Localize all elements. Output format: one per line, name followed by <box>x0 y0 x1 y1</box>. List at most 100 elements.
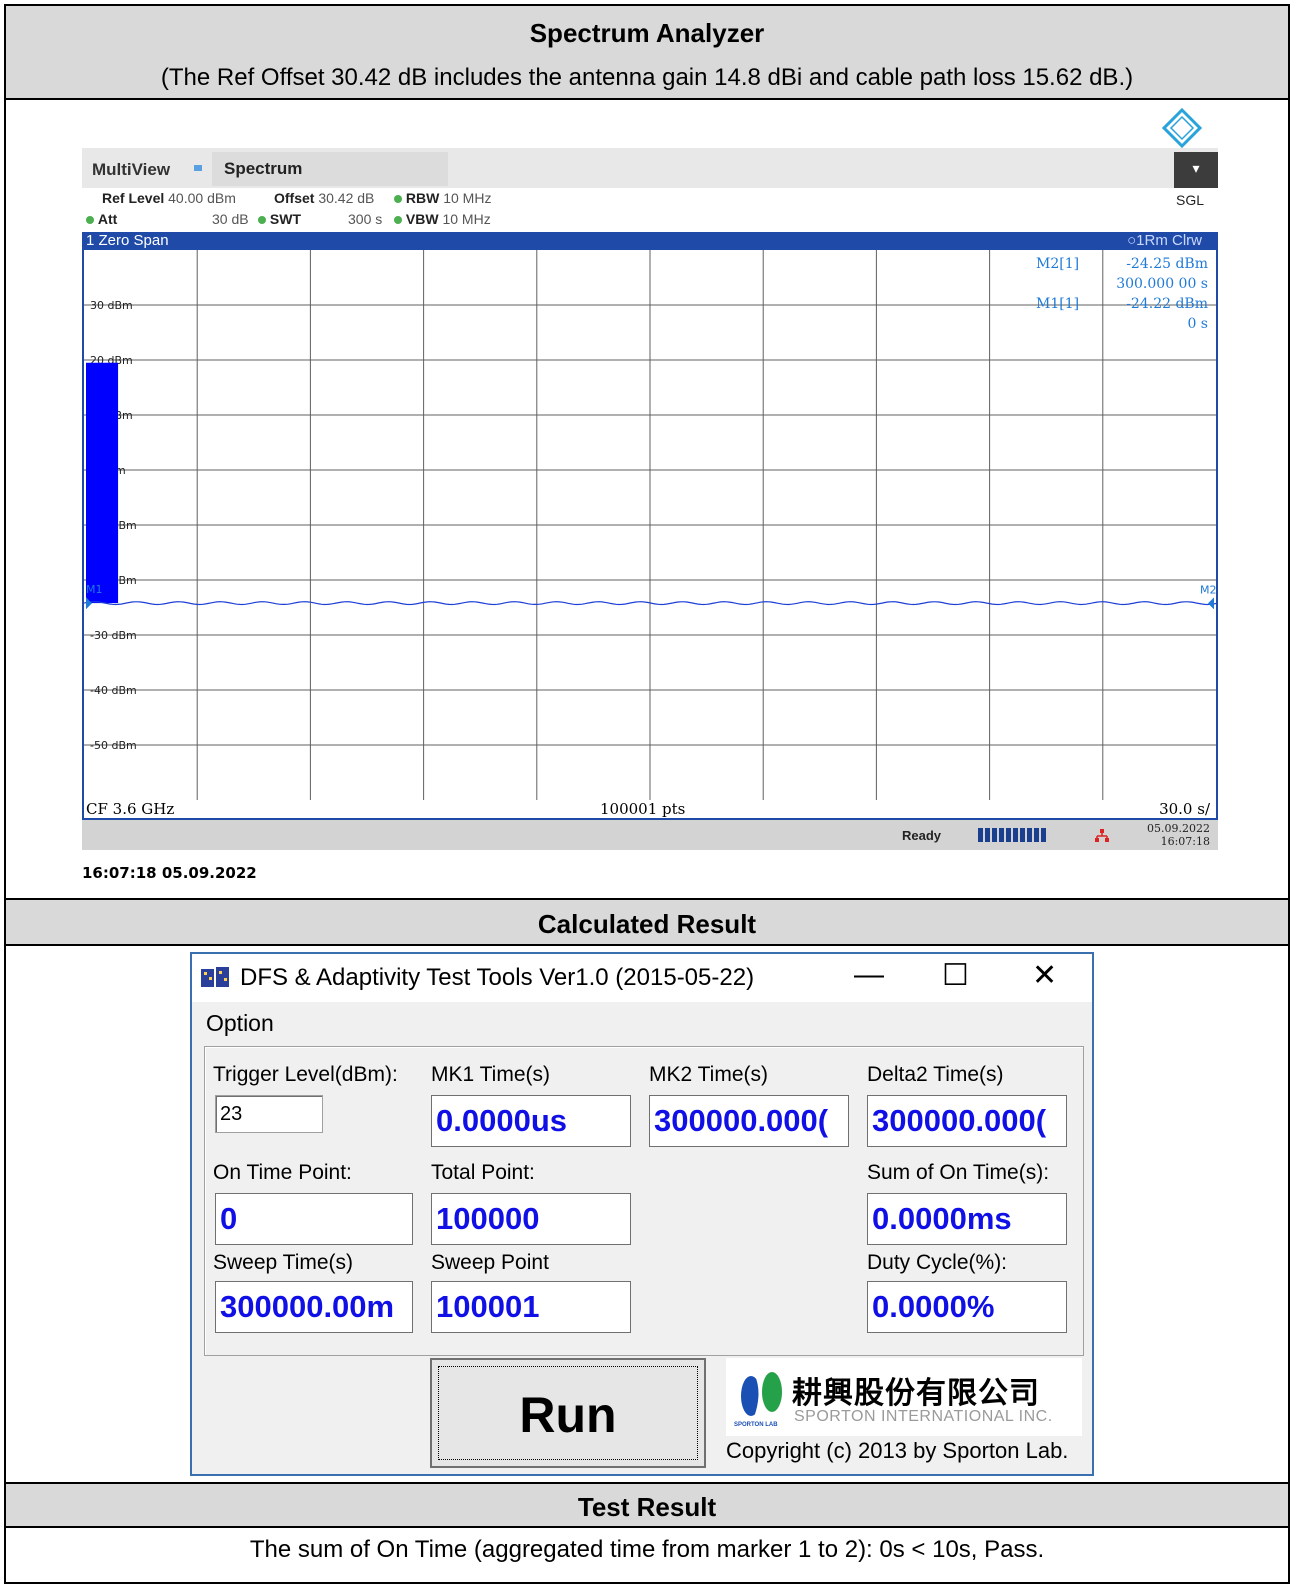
logo-chinese-name: 耕興股份有限公司 <box>792 1377 1040 1410</box>
analyzer-note: (The Ref Offset 30.42 dB includes the an… <box>160 64 1134 91</box>
trigger-level-label: Trigger Level(dBm): <box>213 1063 398 1086</box>
dropdown-button[interactable]: ▾ <box>1174 152 1218 188</box>
m2-label: M2[1] <box>1036 256 1080 272</box>
m2-time: 300.000 00 s <box>1116 276 1208 292</box>
run-button-label: Run <box>438 1366 698 1460</box>
analyzer-title: Spectrum Analyzer <box>529 18 765 48</box>
mk1-time-label: MK1 Time(s) <box>431 1063 551 1086</box>
status-dot-icon <box>394 216 402 224</box>
status-dot-icon <box>86 216 94 224</box>
calc-title: Calculated Result <box>537 909 757 939</box>
progress-bar <box>978 828 1048 842</box>
sweep-point-field[interactable]: 100001 <box>431 1281 631 1333</box>
rs-logo-icon <box>1162 108 1202 148</box>
test-tool-window: DFS & Adaptivity Test Tools Ver1.0 (2015… <box>190 952 1094 1476</box>
window-title: 1 Zero Span <box>86 232 169 249</box>
att-label: Att <box>97 211 118 227</box>
delta2-time-field[interactable]: 300000.000( <box>867 1095 1067 1147</box>
total-point-field[interactable]: 100000 <box>431 1193 631 1245</box>
divider <box>6 1526 1288 1528</box>
offset-label: Offset <box>274 190 315 206</box>
swt-label: SWT <box>269 211 301 227</box>
analyzer-settings: Ref Level 40.00 dBm Offset 30.42 dB RBW … <box>82 188 1218 232</box>
sgl-indicator: SGL <box>1175 192 1204 208</box>
sporton-logo-icon <box>741 1372 782 1417</box>
m2-level: -24.25 dBm <box>1126 256 1208 272</box>
status-time: 16:07:18 <box>1160 835 1210 848</box>
sum-on-time-label: Sum of On Time(s): <box>867 1161 1050 1184</box>
copyright-text: Copyright (c) 2013 by Sporton Lab. <box>726 1438 1069 1463</box>
on-time-point-label: On Time Point: <box>213 1161 352 1184</box>
sporton-logo: SPORTON LAB 耕興股份有限公司 SPORTON INTERNATION… <box>726 1358 1082 1436</box>
logo-english-name: SPORTON INTERNATIONAL INC. <box>794 1408 1053 1425</box>
trigger-level-input[interactable]: 23 <box>215 1095 323 1133</box>
mk2-time-label: MK2 Time(s) <box>649 1063 769 1086</box>
divider <box>6 944 1288 946</box>
marker-label: M2 <box>1200 583 1216 596</box>
close-button[interactable]: ✕ <box>1032 958 1057 993</box>
vbw-label: VBW <box>405 211 439 227</box>
marker-readout: M2[1] -24.25 dBm 300.000 00 s M1[1] -24.22… <box>1032 254 1208 334</box>
results-panel: Trigger Level(dBm): 23 MK1 Time(s) 0.000… <box>204 1046 1084 1356</box>
status-dot-icon <box>394 195 402 203</box>
window-title-bar: 1 Zero Span ○1Rm Clrw <box>82 232 1218 250</box>
marker-m2 <box>1208 597 1214 610</box>
ref-level-label: Ref Level <box>102 190 165 206</box>
offset-value: 30.42 dB <box>318 190 375 206</box>
m1-time: 0 s <box>1187 316 1208 332</box>
m1-level: -24.22 dBm <box>1126 296 1208 312</box>
y-tick-label: -50 dBm <box>90 739 137 752</box>
mk2-time-field[interactable]: 300000.000( <box>649 1095 849 1147</box>
run-button[interactable]: Run <box>430 1358 706 1468</box>
status-dot-icon <box>258 216 266 224</box>
tab-multiview[interactable]: MultiView <box>92 160 170 180</box>
calc-header: Calculated Result <box>6 900 1288 944</box>
duty-cycle-field[interactable]: 0.0000% <box>867 1281 1067 1333</box>
divider <box>6 98 1288 100</box>
on-time-point-field[interactable]: 0 <box>215 1193 413 1245</box>
status-bar: Ready 05.09.2022 16:07:18 <box>82 820 1218 850</box>
test-result-text: The sum of On Time (aggregated time from… <box>249 1536 1045 1563</box>
sweep-point-label: Sweep Point <box>431 1251 549 1274</box>
tab-indicator-icon <box>194 165 202 171</box>
menu-option[interactable]: Option <box>206 1010 274 1037</box>
trace-mode: ○1Rm Clrw <box>1127 232 1202 249</box>
marker-label: M1 <box>86 583 103 596</box>
delta2-time-label: Delta2 Time(s) <box>867 1063 1004 1086</box>
maximize-button[interactable]: ☐ <box>942 958 969 993</box>
analyzer-tab-bar: MultiView Spectrum ▾ <box>82 148 1218 188</box>
status-datetime: 05.09.2022 16:07:18 <box>1147 822 1210 848</box>
sum-on-time-field[interactable]: 0.0000ms <box>867 1193 1067 1245</box>
y-tick-label: -30 dBm <box>90 629 137 642</box>
m1-label: M1[1] <box>1036 296 1080 312</box>
trace-mode-label: 1Rm Clrw <box>1136 232 1202 249</box>
vbw-value: 10 MHz <box>442 211 491 227</box>
app-icon <box>201 967 229 987</box>
mk1-time-field[interactable]: 0.0000us <box>431 1095 631 1147</box>
status-date: 05.09.2022 <box>1147 822 1210 835</box>
window-titlebar: DFS & Adaptivity Test Tools Ver1.0 (2015… <box>192 954 1092 1002</box>
time-per-division: 30.0 s/ <box>1159 800 1210 818</box>
sweep-time-label: Sweep Time(s) <box>213 1251 354 1274</box>
minimize-button[interactable]: — <box>854 958 884 992</box>
y-tick-label: 30 dBm <box>90 299 133 312</box>
test-header: Test Result <box>6 1484 1288 1526</box>
center-frequency: CF 3.6 GHz <box>86 800 175 818</box>
logo-small-text: SPORTON LAB <box>734 1422 778 1428</box>
tab-spectrum[interactable]: Spectrum <box>212 152 448 186</box>
spectrum-analyzer-display: MultiView Spectrum ▾ Ref Level 40.00 dBm… <box>82 148 1218 860</box>
capture-timestamp: 16:07:18 05.09.2022 <box>82 864 257 882</box>
rbw-label: RBW <box>405 190 440 206</box>
y-tick-label: -40 dBm <box>90 684 137 697</box>
test-title: Test Result <box>577 1492 717 1522</box>
analyzer-header: Spectrum Analyzer (The Ref Offset 30.42 … <box>6 6 1288 98</box>
rbw-value: 10 MHz <box>443 190 492 206</box>
sweep-time-field[interactable]: 300000.00m <box>215 1281 413 1333</box>
status-ready: Ready <box>902 828 942 843</box>
duty-cycle-label: Duty Cycle(%): <box>867 1251 1008 1274</box>
att-value: 30 dB <box>212 211 249 227</box>
swt-value: 300 s <box>348 211 383 227</box>
pulse-region <box>86 362 119 604</box>
total-point-label: Total Point: <box>431 1161 535 1184</box>
ref-level-value: 40.00 dBm <box>168 190 236 206</box>
